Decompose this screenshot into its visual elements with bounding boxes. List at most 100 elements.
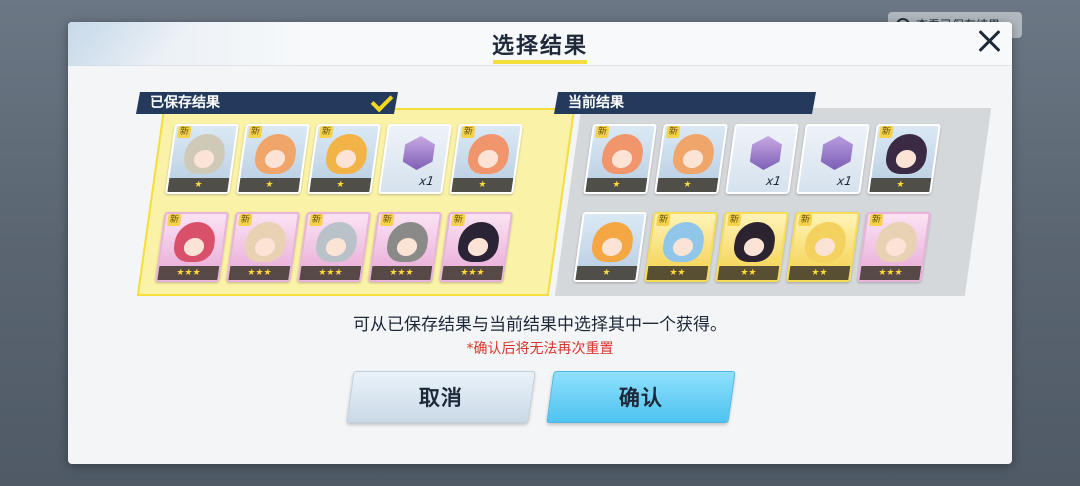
character-face <box>884 238 908 256</box>
warning-text: *确认后将无法再次重置 <box>466 341 614 357</box>
cancel-button-label: 取消 <box>418 386 463 410</box>
new-badge: 新 <box>379 214 395 226</box>
character-portrait <box>465 134 512 174</box>
dialog-title: 选择结果 <box>491 34 588 59</box>
hexagon-token-icon <box>748 136 783 170</box>
star-rating: ★★★ <box>859 266 922 280</box>
star-rating: ★ <box>869 178 932 192</box>
character-portrait <box>171 222 218 262</box>
character-portrait <box>384 222 431 262</box>
close-icon[interactable] <box>976 28 1002 54</box>
new-badge: 新 <box>460 126 476 138</box>
select-result-dialog: 选择结果 已保存结果 ★ 新 ★ 新 ★ 新 x1 ★ 新 ★★★ 新 ★★★ 新 ★★★ 新 ★★★ 新 ★★★… <box>68 22 1012 464</box>
character-card: ★★★ 新 <box>368 212 442 282</box>
character-card: ★★ 新 <box>715 212 789 282</box>
star-rating: ★★ <box>788 266 851 280</box>
character-card: ★★ 新 <box>644 212 718 282</box>
checkmark-icon <box>372 93 392 107</box>
character-card: ★ 新 <box>165 124 239 194</box>
character-face <box>253 238 277 256</box>
character-card: ★ 新 <box>236 124 310 194</box>
new-badge: 新 <box>237 214 253 226</box>
new-badge: 新 <box>308 214 324 226</box>
star-rating: ★ <box>585 178 648 192</box>
character-face <box>894 150 918 168</box>
hexagon-token-icon <box>819 136 854 170</box>
star-rating: ★★ <box>646 266 709 280</box>
current-result-label: 当前结果 <box>568 95 624 111</box>
character-face <box>600 238 624 256</box>
star-rating: ★★★ <box>299 266 362 280</box>
cancel-button[interactable]: 取消 <box>346 371 536 423</box>
character-portrait <box>731 222 778 262</box>
star-rating: ★ <box>656 178 719 192</box>
character-card: ★ 新 <box>654 124 728 194</box>
character-face <box>742 238 766 256</box>
character-portrait <box>181 134 228 174</box>
character-portrait <box>599 134 646 174</box>
character-card: ★ 新 <box>449 124 523 194</box>
character-portrait <box>670 134 717 174</box>
item-count: x1 <box>836 174 853 188</box>
item-card: x1 <box>378 124 452 194</box>
item-card: x1 <box>725 124 799 194</box>
new-badge: 新 <box>878 126 894 138</box>
character-portrait <box>873 222 920 262</box>
star-rating: ★ <box>575 266 638 280</box>
star-rating: ★ <box>238 178 301 192</box>
title-underline <box>493 60 587 64</box>
star-rating: ★★★ <box>370 266 433 280</box>
new-badge: 新 <box>868 214 884 226</box>
saved-result-label: 已保存结果 <box>150 95 220 111</box>
new-badge: 新 <box>594 126 610 138</box>
new-badge: 新 <box>176 126 192 138</box>
star-rating: ★★ <box>717 266 780 280</box>
character-card: ★ 新 <box>583 124 657 194</box>
item-card: x1 <box>796 124 870 194</box>
new-badge: 新 <box>318 126 334 138</box>
new-badge: 新 <box>797 214 813 226</box>
character-portrait <box>455 222 502 262</box>
confirm-button-label: 确认 <box>618 386 663 410</box>
star-rating: ★ <box>167 178 230 192</box>
dialog-header: 选择结果 <box>68 22 1012 66</box>
character-face <box>476 150 500 168</box>
character-card: ★ 新 <box>867 124 941 194</box>
character-face <box>681 150 705 168</box>
character-portrait <box>802 222 849 262</box>
character-face <box>610 150 634 168</box>
star-rating: ★★★ <box>441 266 504 280</box>
new-badge: 新 <box>166 214 182 226</box>
new-badge: 新 <box>726 214 742 226</box>
new-badge: 新 <box>665 126 681 138</box>
character-portrait <box>252 134 299 174</box>
current-result-label-bar: 当前结果 <box>554 92 816 114</box>
character-card: ★★★ 新 <box>155 212 229 282</box>
star-rating: ★★★ <box>157 266 220 280</box>
new-badge: 新 <box>655 214 671 226</box>
item-count: x1 <box>765 174 782 188</box>
character-card: ★★★ 新 <box>857 212 931 282</box>
instruction-text: 可从已保存结果与当前结果中选择其中一个获得。 <box>353 315 727 335</box>
star-rating: ★ <box>309 178 372 192</box>
hexagon-token-icon <box>401 136 436 170</box>
character-card: ★ 新 <box>307 124 381 194</box>
star-rating: ★★★ <box>228 266 291 280</box>
character-face <box>324 238 348 256</box>
character-portrait <box>323 134 370 174</box>
character-face <box>395 238 419 256</box>
character-card: ★★ 新 <box>786 212 860 282</box>
item-count: x1 <box>418 174 435 188</box>
character-face <box>334 150 358 168</box>
character-face <box>263 150 287 168</box>
character-face <box>192 150 216 168</box>
character-portrait <box>313 222 360 262</box>
character-card: ★ <box>573 212 647 282</box>
confirm-button[interactable]: 确认 <box>546 371 736 423</box>
character-face <box>182 238 206 256</box>
character-portrait <box>660 222 707 262</box>
character-card: ★★★ 新 <box>226 212 300 282</box>
new-badge: 新 <box>450 214 466 226</box>
character-card: ★★★ 新 <box>439 212 513 282</box>
star-rating: ★ <box>451 178 514 192</box>
